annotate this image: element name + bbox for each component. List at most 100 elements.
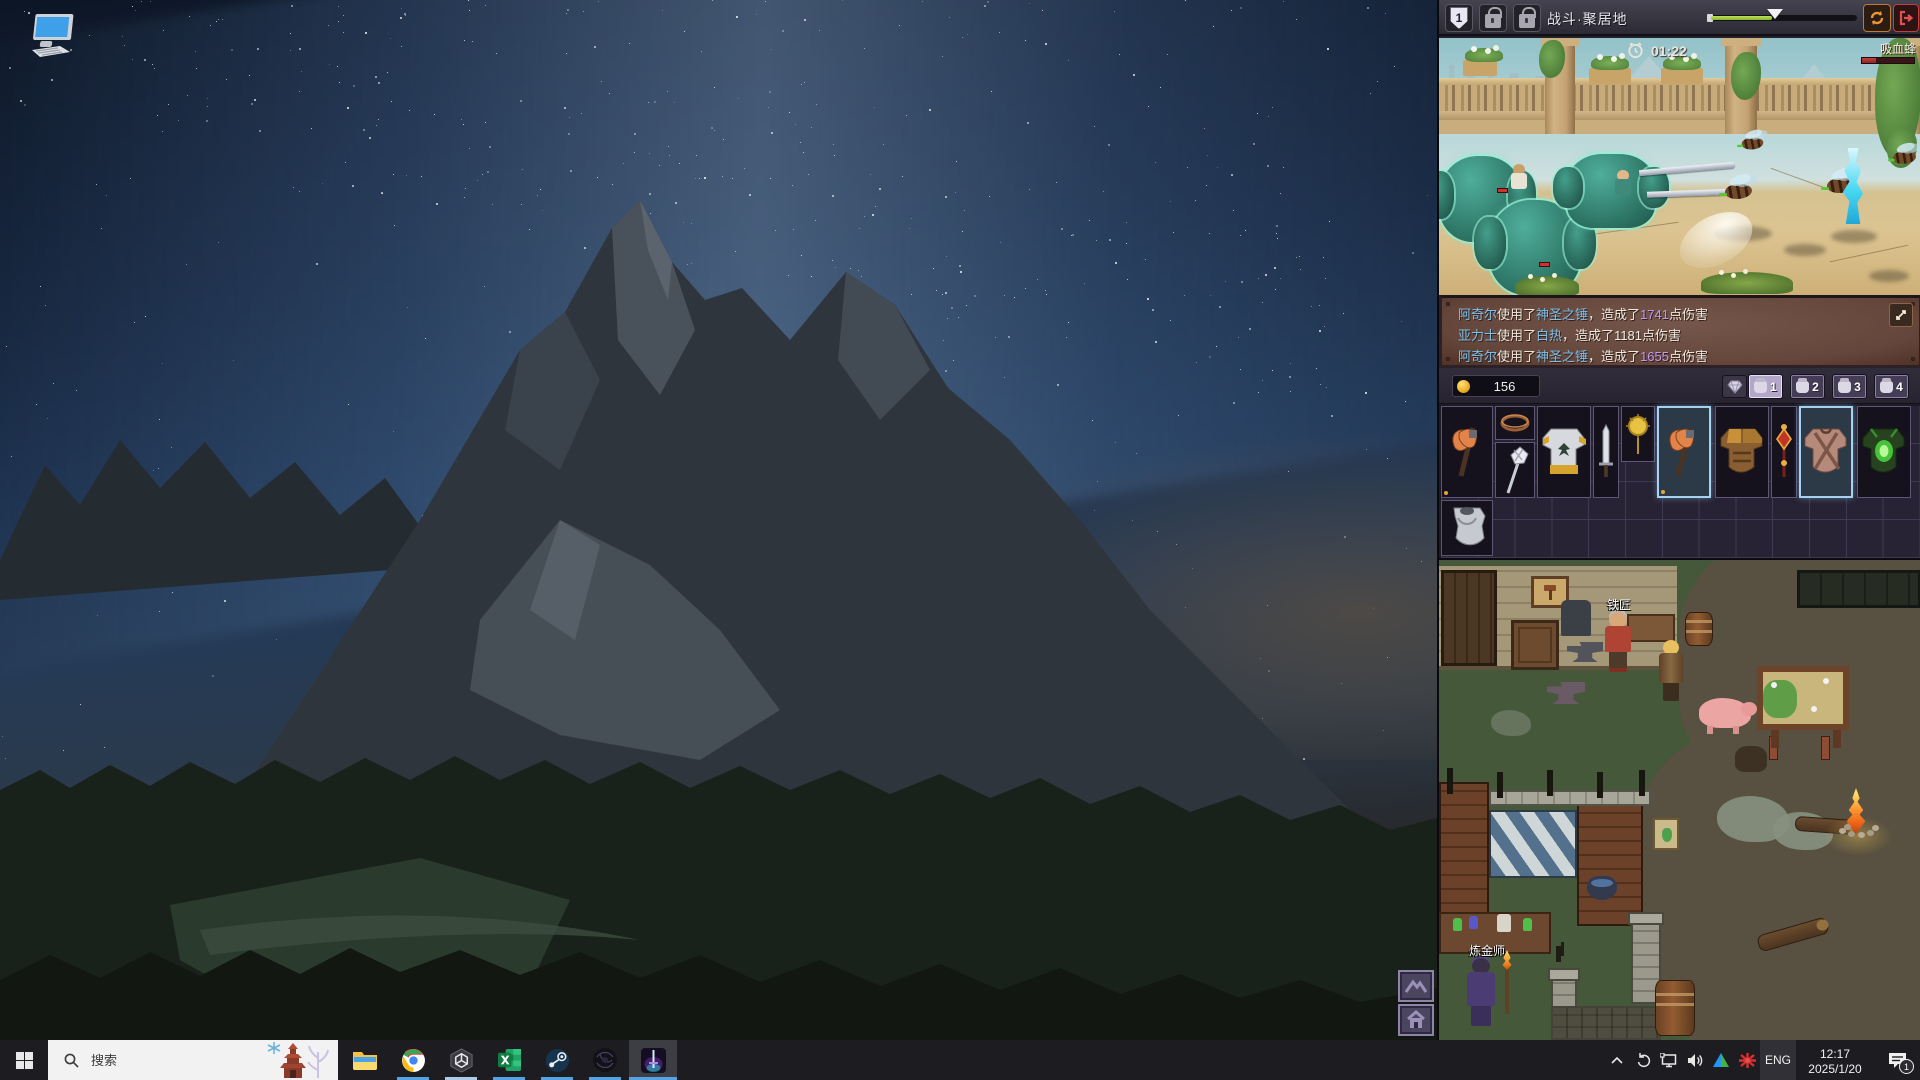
wasp-enemy [1719,184,1752,199]
item-holy-pendant[interactable] [1621,406,1655,462]
slider-handle[interactable] [1767,9,1783,21]
tree-stump [1735,746,1767,772]
taskbar-app-game-purple[interactable] [629,1040,677,1080]
golem-warrior [1552,154,1670,228]
shadow [1831,230,1877,243]
pig[interactable] [1699,698,1757,734]
item-battle-axe-selected[interactable] [1657,406,1711,498]
desktop: 1 战斗·聚居地 01:22 吸血蜂 阿奇尔使用了神圣之锤，造成了1741点伤害… [0,0,1920,1080]
balustrade-base [1439,111,1920,120]
taskbar-app-game-dark[interactable] [581,1040,629,1080]
tray-date: 2025/1/20 [1808,1062,1862,1076]
item-plate-armor[interactable] [1537,406,1591,498]
notification-center-button[interactable]: 1 [1874,1040,1920,1080]
shield-slot-button[interactable]: 1 [1445,4,1473,32]
exit-icon [1899,10,1914,26]
item-mace[interactable] [1495,442,1535,498]
alchemist-label: 炼金师 [1469,944,1506,958]
item-stack [1495,406,1535,498]
mountain-toggle-button[interactable] [1398,970,1434,1002]
item-ritual-scepter[interactable] [1771,406,1797,498]
bag-tab-4[interactable]: 4 [1874,374,1909,399]
bag-tab-1[interactable]: 1 [1748,374,1783,399]
taskbar-app-excel[interactable] [485,1040,533,1080]
item-leather-armor[interactable] [1715,406,1769,498]
item-battle-axe[interactable] [1441,406,1493,498]
stone-wall [1551,1006,1661,1040]
volume-icon [1687,1053,1702,1067]
stone-ledge [1489,790,1651,806]
taskbar-app-chrome[interactable] [389,1040,437,1080]
gold-counter: 156 [1452,375,1540,397]
wasp-enemy [1736,137,1764,150]
item-leather-vest-selected[interactable] [1799,406,1853,498]
hammer-icon [1544,585,1556,600]
start-button[interactable] [0,1040,48,1080]
clock-icon [1628,42,1643,59]
gem-button[interactable] [1722,375,1747,398]
alchemist-npc[interactable] [1467,958,1495,1026]
exit-button[interactable] [1893,4,1919,32]
item-cursed-green-armor[interactable] [1857,406,1911,498]
anvil [1547,682,1585,704]
network-display-icon [1660,1052,1677,1067]
item-breastplate[interactable] [1441,500,1493,556]
cross-marker [1561,942,1564,956]
taskbar: ENG 12:17 2025/1/20 1 [0,1040,1920,1080]
bag-tab-2[interactable]: 2 [1790,374,1825,399]
blacksmith-npc[interactable] [1605,612,1631,668]
tray-volume[interactable] [1682,1040,1708,1080]
notification-badge: 1 [1899,1059,1914,1074]
game-window: 1 战斗·聚居地 01:22 吸血蜂 阿奇尔使用了神圣之锤，造成了1741点伤害… [1437,0,1920,1040]
potion-sign [1653,818,1679,850]
unity-icon [449,1047,473,1073]
item-circlet[interactable] [1495,406,1535,440]
windows-logo-icon [15,1051,33,1069]
taskbar-app-steam[interactable] [533,1040,581,1080]
speed-slider[interactable] [1707,14,1857,22]
home-toggle-button[interactable] [1398,1004,1434,1036]
expand-log-button[interactable] [1889,303,1913,327]
lock-button-2[interactable] [1513,4,1541,32]
search-input[interactable] [89,1051,199,1069]
bag-icon [1754,377,1768,393]
refresh-button[interactable] [1863,4,1891,32]
planter [1463,46,1503,76]
inventory-panel [1439,404,1920,560]
dark-crates [1797,570,1920,608]
terrace-wall [1439,120,1920,134]
steam-icon [545,1048,569,1072]
tray-sync[interactable] [1630,1040,1656,1080]
combat-log: 阿奇尔使用了神圣之锤，造成了1741点伤害 亚力士使用了白热，造成了1181点伤… [1439,295,1920,368]
player-character[interactable] [1659,640,1683,701]
tray-red-x-app[interactable] [1734,1040,1760,1080]
item-longsword[interactable] [1593,406,1619,498]
bag-tab-3[interactable]: 3 [1832,374,1867,399]
wood-structure [1439,782,1489,932]
file-explorer-icon [353,1052,377,1070]
mountain-silhouette [0,200,1437,1040]
taskbar-app-unity[interactable] [437,1040,485,1080]
tray-triangle-app[interactable] [1708,1040,1734,1080]
search-icon [64,1053,79,1068]
padlock-icon [1485,7,1502,28]
map-board[interactable] [1757,666,1849,748]
hp-pip [1539,262,1550,267]
taskbar-search[interactable] [48,1040,338,1080]
red-x-app-icon [1738,1052,1756,1068]
barrel [1685,612,1713,646]
dark-game-icon [593,1048,617,1072]
bag-icon [1838,377,1852,393]
taskbar-app-file-explorer[interactable] [341,1040,389,1080]
expand-icon [1896,310,1906,320]
this-pc-icon[interactable] [26,10,82,62]
tray-chevron-up[interactable] [1604,1040,1630,1080]
lock-button-1[interactable] [1479,4,1507,32]
wall-pillar [1548,968,1580,1008]
log-line: 亚力士使用了白热，造成了1181点伤害 [1458,328,1682,343]
tray-network[interactable] [1656,1040,1682,1080]
floor-crack [1829,244,1909,263]
language-indicator[interactable]: ENG [1760,1040,1796,1080]
gold-coin-icon [1457,379,1470,393]
tray-clock[interactable]: 12:17 2025/1/20 [1796,1043,1874,1077]
